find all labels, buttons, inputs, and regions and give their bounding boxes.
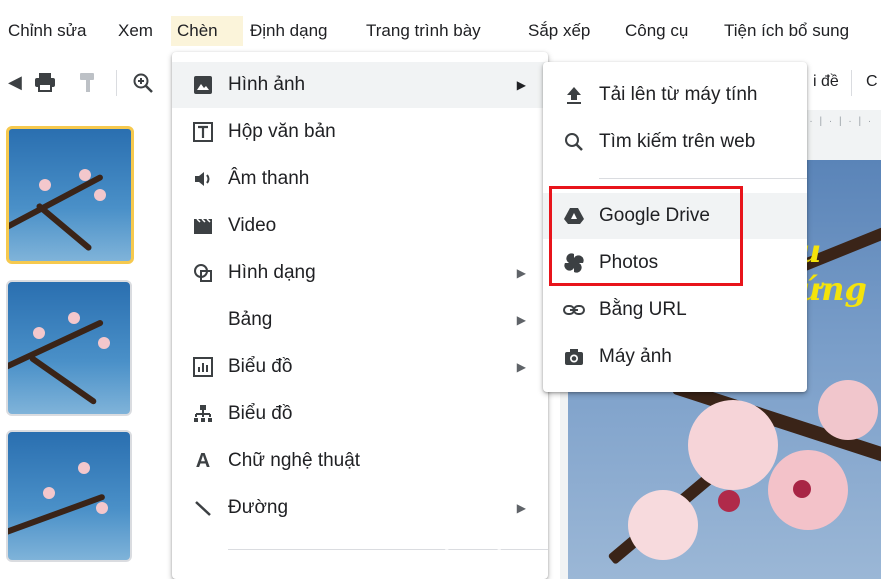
text-box-icon [192, 121, 214, 143]
line-icon [192, 497, 214, 519]
word-art-icon: A [195, 450, 211, 472]
zoom-icon[interactable] [132, 72, 154, 99]
slide-thumbnail[interactable] [6, 430, 132, 562]
video-icon [192, 215, 214, 237]
menu-item-label: Hộp văn bản [228, 121, 336, 142]
menu-item-label: Bảng [228, 309, 273, 330]
camera-icon [563, 346, 585, 368]
redo-icon[interactable]: ◀ [8, 72, 22, 93]
toolbar-divider [116, 70, 117, 96]
menu-item-audio[interactable]: Âm thanh [172, 156, 548, 202]
menu-item-video[interactable]: Video [172, 203, 548, 249]
menu-item-label: Video [228, 215, 277, 236]
menu-item-label: Tìm kiếm trên web [599, 131, 756, 152]
menu-item-diagram[interactable]: Biểu đồ [172, 391, 548, 437]
menu-edit[interactable]: Chỉnh sửa [2, 16, 92, 46]
menu-item-word-art[interactable]: A Chữ nghệ thuật [172, 438, 548, 484]
menu-item-label: Bằng URL [599, 299, 687, 320]
menu-item-text-box[interactable]: Hộp văn bản [172, 109, 548, 155]
menu-item-label: Âm thanh [228, 168, 310, 189]
menu-item-label: Máy ảnh [599, 346, 672, 367]
slide-thumbnail[interactable] [6, 126, 134, 264]
toolbar-transition-label[interactable]: C [866, 73, 878, 91]
menu-item-shape[interactable]: Hình dạng ▶ [172, 250, 548, 296]
submenu-arrow-icon: ▶ [516, 313, 526, 327]
menu-bar: Chỉnh sửa Xem Chèn Định dạng Trang trình… [0, 0, 881, 58]
insert-menu: Hình ảnh ▶ Hộp văn bản Âm thanh Video Hì… [172, 52, 548, 579]
print-icon[interactable] [34, 72, 56, 97]
menu-item-web-search[interactable]: Tìm kiếm trên web [543, 119, 807, 165]
menu-item-chart[interactable]: Biểu đồ ▶ [172, 344, 548, 390]
paint-format-icon[interactable] [78, 72, 98, 99]
menu-format[interactable]: Định dạng [244, 16, 334, 46]
submenu-arrow-icon: ▶ [516, 78, 526, 92]
menu-item-label: Hình ảnh [228, 74, 306, 95]
highlight-annotation-box [549, 186, 743, 286]
menu-insert[interactable]: Chèn [171, 16, 243, 46]
submenu-arrow-icon: ▶ [516, 360, 526, 374]
submenu-arrow-icon: ▶ [516, 501, 526, 515]
menu-item-label: Biểu đồ [228, 403, 293, 424]
upload-icon [563, 84, 585, 106]
audio-icon [192, 168, 214, 190]
menu-item-label: Đường [228, 497, 289, 518]
submenu-arrow-icon: ▶ [516, 266, 526, 280]
search-icon [563, 131, 585, 153]
shape-icon [192, 262, 214, 284]
menu-item-label: Biểu đồ [228, 356, 293, 377]
menu-divider [599, 178, 807, 179]
link-icon [563, 299, 585, 321]
menu-view[interactable]: Xem [112, 16, 159, 46]
menu-item-camera[interactable]: Máy ảnh [543, 334, 807, 380]
menu-item-by-url[interactable]: Bằng URL [543, 287, 807, 333]
slide-filmstrip [0, 112, 140, 579]
chart-icon [192, 356, 214, 378]
diagram-icon [192, 403, 214, 425]
menu-item-upload[interactable]: Tải lên từ máy tính [543, 72, 807, 118]
watermark-logo-icon [444, 512, 502, 570]
menu-slide[interactable]: Trang trình bày [360, 16, 487, 46]
slide-title-text: u ứng [798, 232, 867, 308]
menu-item-label: Chữ nghệ thuật [228, 450, 361, 471]
image-icon [192, 74, 214, 96]
toolbar-divider [851, 70, 852, 96]
menu-arrange[interactable]: Sắp xếp [522, 16, 596, 46]
menu-item-label: Tải lên từ máy tính [599, 84, 758, 105]
menu-tools[interactable]: Công cụ [619, 16, 694, 46]
toolbar-theme-label[interactable]: i đề [813, 73, 839, 91]
ruler: | · | · | · | · [800, 116, 874, 127]
slide-thumbnail[interactable] [6, 280, 132, 416]
menu-item-label: Hình dạng [228, 262, 316, 283]
menu-addons[interactable]: Tiện ích bổ sung [718, 16, 855, 46]
menu-item-image[interactable]: Hình ảnh ▶ [172, 62, 548, 108]
menu-item-table[interactable]: Bảng ▶ [172, 297, 548, 343]
